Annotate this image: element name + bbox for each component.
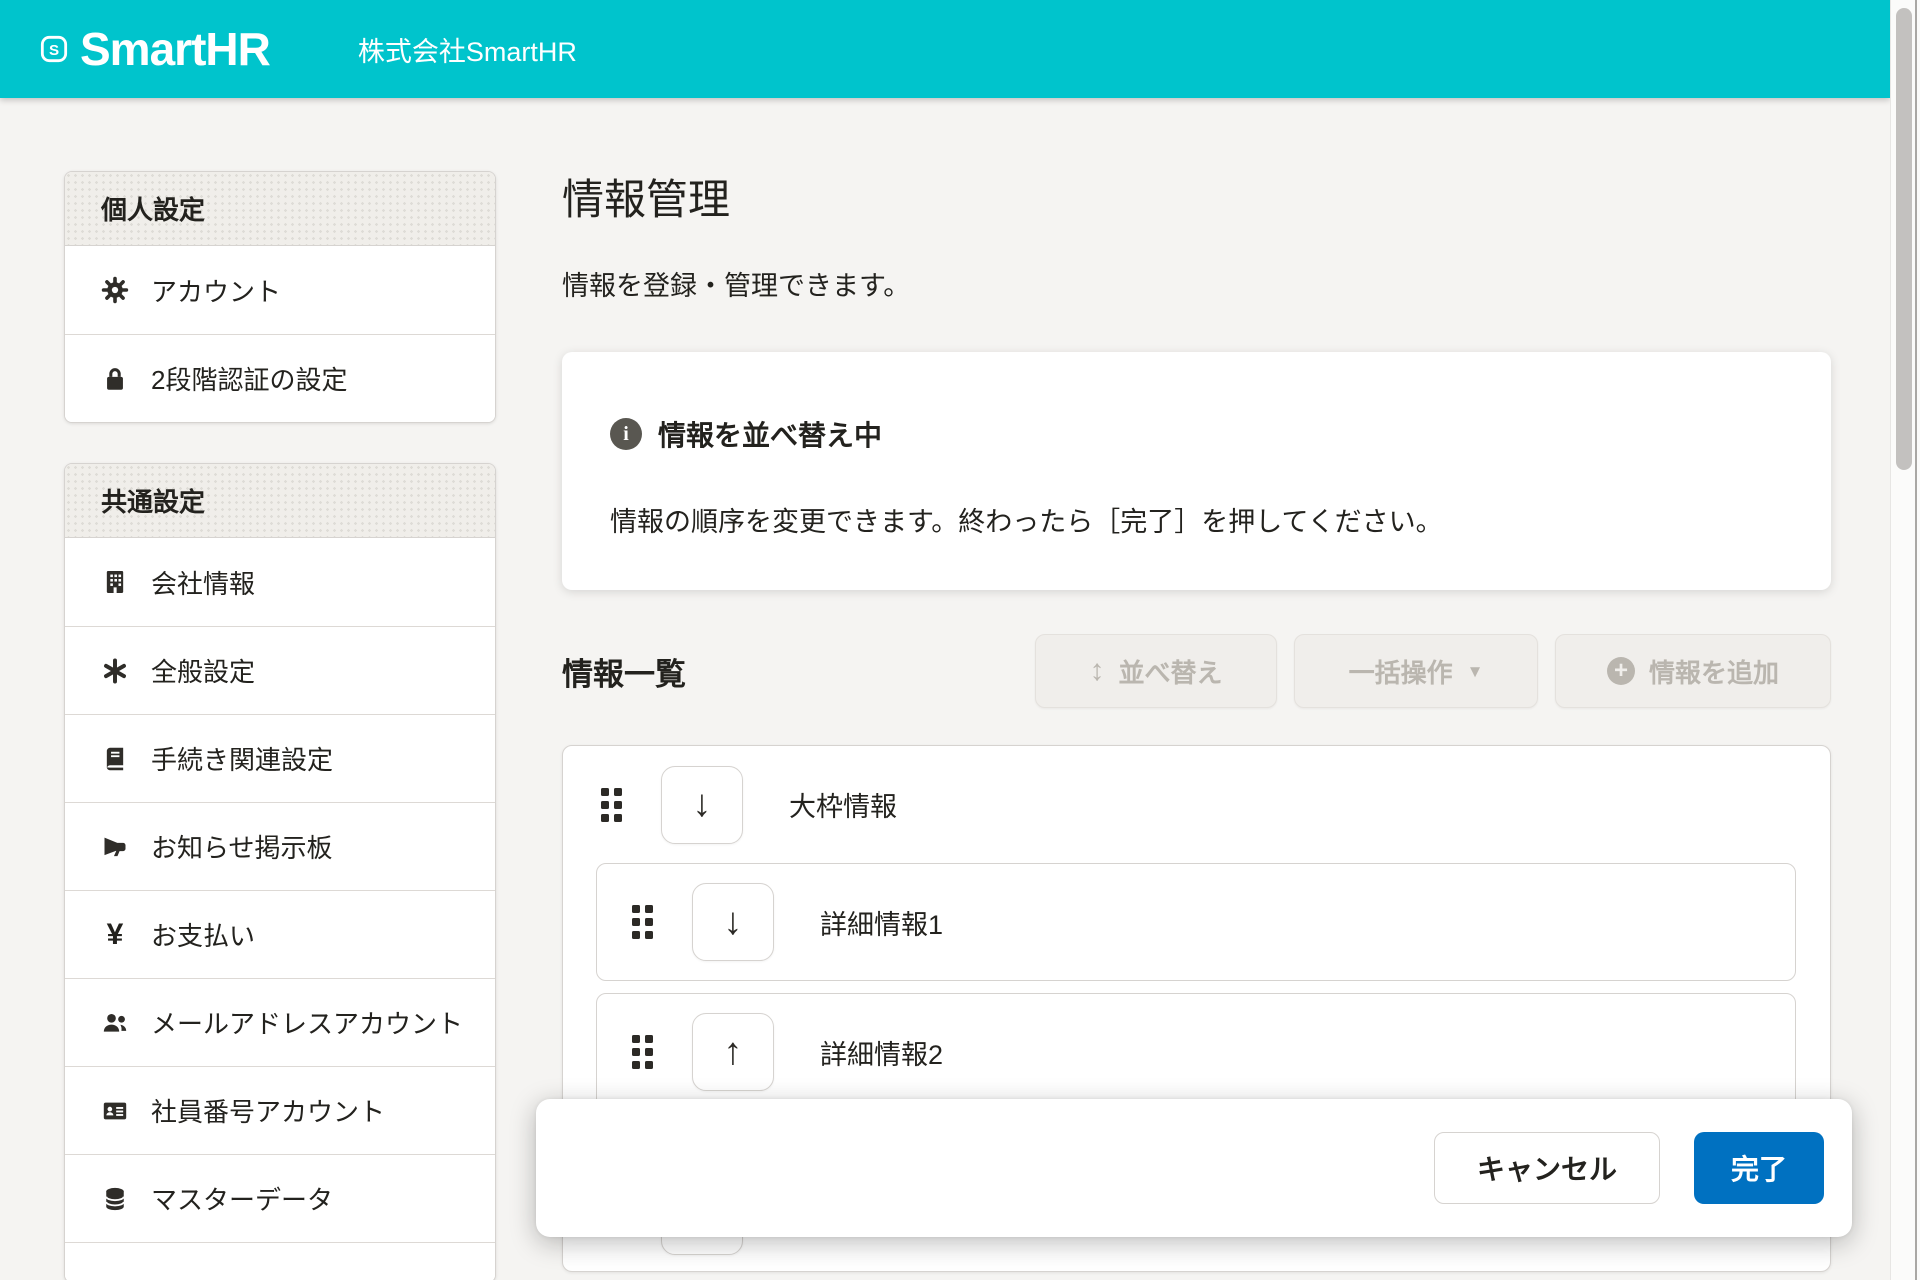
sidebar-item-label: お支払い (151, 916, 255, 953)
drag-handle-icon[interactable] (632, 1035, 654, 1069)
sidebar-item-label: 会社情報 (151, 564, 255, 601)
yen-icon: ¥ (101, 921, 129, 949)
list-row-label: 大枠情報 (789, 785, 897, 824)
sidebar-item-announcement-board[interactable]: お知らせ掲示板 (65, 802, 495, 890)
plus-circle-icon: + (1607, 657, 1635, 685)
done-button[interactable]: 完了 (1694, 1132, 1824, 1204)
notice-title: 情報を並べ替え中 (658, 414, 882, 454)
list-row-label: 詳細情報1 (820, 903, 943, 942)
drag-handle-icon[interactable] (632, 905, 654, 939)
sidebar-item-employee-number-accounts[interactable]: 社員番号アカウント (65, 1066, 495, 1154)
list-header-row: 情報一覧 ↕ 並べ替え 一括操作 ▼ + 情報を追加 (562, 634, 1831, 708)
app-viewport: S SmartHR 株式会社SmartHR 個人設定 アカウント 2段階認証の設… (0, 0, 1920, 1280)
sidebar-item-email-accounts[interactable]: メールアドレスアカウント (65, 978, 495, 1066)
users-icon (101, 1009, 129, 1037)
sidebar-item-label: お知らせ掲示板 (151, 828, 332, 865)
list-heading: 情報一覧 (562, 649, 686, 694)
add-info-button[interactable]: + 情報を追加 (1555, 634, 1831, 708)
sidebar-item-two-factor-auth[interactable]: 2段階認証の設定 (65, 334, 495, 422)
cancel-button[interactable]: キャンセル (1434, 1132, 1660, 1204)
page-subtitle: 情報を登録・管理できます。 (562, 264, 910, 303)
sidebar-item-procedure-settings[interactable]: 手続き関連設定 (65, 714, 495, 802)
personal-settings-card: 個人設定 アカウント 2段階認証の設定 (64, 171, 496, 423)
sidebar-item-general-settings[interactable]: 全般設定 (65, 626, 495, 714)
list-row-nested: ↓ 詳細情報1 (596, 863, 1796, 981)
smarthr-logo[interactable]: S SmartHR (40, 22, 270, 76)
info-icon: i (610, 418, 642, 450)
reorder-action-bar: キャンセル 完了 (536, 1099, 1852, 1237)
scrollbar-thumb[interactable] (1896, 8, 1912, 470)
list-row-group: ↓ 大枠情報 (563, 746, 1830, 863)
move-down-button[interactable]: ↓ (661, 766, 743, 844)
add-info-label: 情報を追加 (1649, 653, 1779, 690)
sidebar-item-master-data[interactable]: マスターデータ (65, 1154, 495, 1242)
sidebar-item-account[interactable]: アカウント (65, 246, 495, 334)
sort-button[interactable]: ↕ 並べ替え (1035, 634, 1277, 708)
bulk-actions-label: 一括操作 (1349, 653, 1453, 690)
notice-body: 情報の順序を変更できます。終わったら［完了］を押してください。 (610, 504, 1775, 542)
sidebar-item-partial (65, 1242, 495, 1280)
sidebar-item-payment[interactable]: ¥ お支払い (65, 890, 495, 978)
list-row-label: 詳細情報2 (820, 1033, 943, 1072)
sidebar-item-label: 全般設定 (151, 652, 255, 689)
database-icon (101, 1185, 129, 1213)
window-edge (1915, 0, 1917, 1280)
sidebar-item-label: 手続き関連設定 (151, 740, 333, 777)
move-up-button[interactable]: ↑ (692, 1013, 774, 1091)
brand-name: SmartHR (80, 22, 270, 76)
book-icon (101, 745, 129, 773)
sidebar-item-label: 2段階認証の設定 (151, 360, 347, 397)
reorder-notice-panel: i 情報を並べ替え中 情報の順序を変更できます。終わったら［完了］を押してくださ… (562, 352, 1831, 590)
building-icon (101, 568, 129, 596)
smarthr-logo-icon: S (40, 35, 68, 63)
gear-icon (101, 276, 129, 304)
page-title: 情報管理 (562, 166, 730, 227)
megaphone-icon (101, 833, 129, 861)
common-settings-card: 共通設定 会社情報 全般設定 手続き関連設定 (64, 463, 496, 1280)
sidebar-item-company-info[interactable]: 会社情報 (65, 538, 495, 626)
sort-button-label: 並べ替え (1118, 653, 1222, 690)
caret-down-icon: ▼ (1467, 663, 1484, 680)
svg-text:S: S (49, 42, 59, 59)
sidebar-section-title: 共通設定 (65, 464, 495, 538)
asterisk-icon (101, 657, 129, 685)
lock-icon (101, 365, 129, 393)
drag-handle-icon[interactable] (601, 788, 623, 822)
sidebar-item-label: 社員番号アカウント (151, 1092, 385, 1129)
company-name: 株式会社SmartHR (358, 30, 577, 69)
move-down-button[interactable]: ↓ (692, 883, 774, 961)
sidebar-item-label: マスターデータ (151, 1180, 333, 1217)
id-card-icon (101, 1097, 129, 1125)
list-toolbar: ↕ 並べ替え 一括操作 ▼ + 情報を追加 (1035, 634, 1831, 708)
sidebar-item-label: アカウント (151, 272, 281, 309)
list-row-nested: ↑ 詳細情報2 (596, 993, 1796, 1111)
bulk-actions-button[interactable]: 一括操作 ▼ (1294, 634, 1538, 708)
sidebar-section-title: 個人設定 (65, 172, 495, 246)
sidebar-item-label: メールアドレスアカウント (151, 1004, 463, 1041)
app-header: S SmartHR 株式会社SmartHR (0, 0, 1890, 98)
sort-vertical-icon: ↕ (1089, 656, 1104, 686)
settings-sidebar: 個人設定 アカウント 2段階認証の設定 共通設定 会社情報 (64, 171, 496, 1280)
